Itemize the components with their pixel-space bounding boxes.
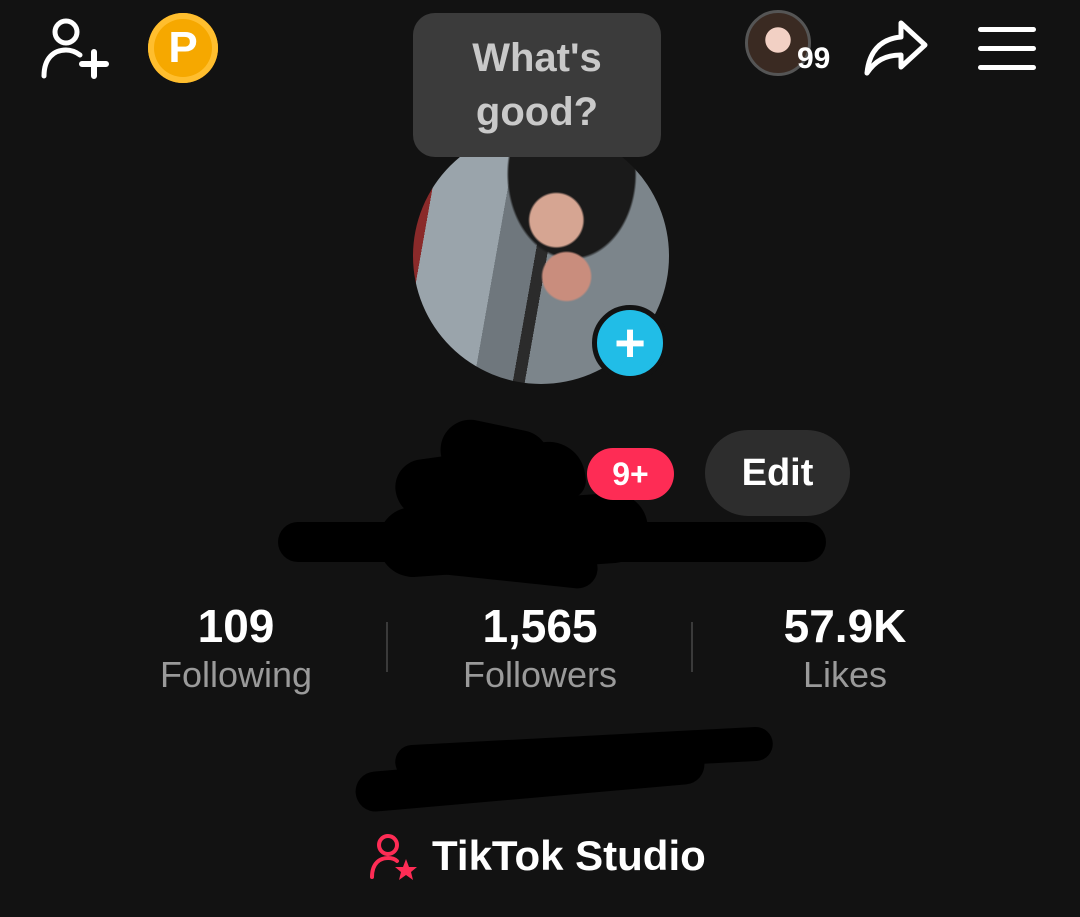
likes-label: Likes: [802, 653, 888, 695]
share-arrow-icon: [864, 20, 928, 76]
person-plus-icon: [41, 18, 109, 79]
likes-count: 57.9K: [783, 600, 907, 652]
note-text: What's good?: [472, 36, 602, 134]
notification-badge[interactable]: 9+: [587, 448, 674, 500]
stat-likes[interactable]: 57.9K Likes: [725, 600, 965, 696]
followers-count: 1,565: [482, 600, 598, 652]
stat-followers[interactable]: 1,565 Followers: [420, 600, 660, 696]
following-label: Following: [159, 653, 313, 695]
story-avatar-button[interactable]: 99: [745, 10, 845, 84]
redacted-bio: [353, 722, 775, 814]
followers-label: Followers: [462, 653, 618, 695]
plus-icon: +: [614, 313, 646, 373]
story-count: 99: [797, 42, 831, 75]
note-bubble[interactable]: What's good?: [413, 13, 661, 157]
menu-button[interactable]: [972, 20, 1042, 76]
coins-button[interactable]: P: [147, 12, 219, 84]
coin-icon: P: [148, 13, 218, 83]
add-friend-button[interactable]: [36, 12, 116, 82]
following-count: 109: [197, 600, 275, 652]
tiktok-studio-label: TikTok Studio: [432, 832, 706, 879]
share-button[interactable]: [858, 14, 934, 80]
stat-divider: [386, 622, 388, 672]
edit-profile-button[interactable]: Edit: [705, 430, 850, 516]
hamburger-menu-icon: [978, 27, 1036, 70]
stat-following[interactable]: 109 Following: [116, 600, 356, 696]
tiktok-studio-link[interactable]: TikTok Studio: [368, 826, 706, 886]
add-avatar-button[interactable]: +: [592, 305, 668, 381]
person-star-icon: [370, 834, 417, 880]
stat-divider: [691, 622, 693, 672]
